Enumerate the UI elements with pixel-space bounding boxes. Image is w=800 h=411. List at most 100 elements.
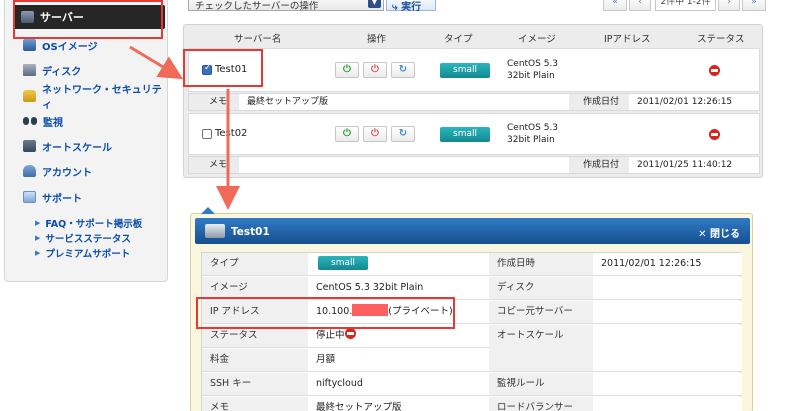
detail-value-load-balancer [593,397,742,411]
sidebar-item-disk[interactable]: ディスク [23,62,81,78]
sidebar-item-label: サーバー [40,11,84,24]
detail-value-monitor-rule [593,373,742,396]
sidebar-item-autoscale[interactable]: オートスケール [23,138,112,154]
pager-last-button[interactable]: » [742,0,766,11]
server-action-select[interactable]: チェックしたサーバーの操作 ▼ [188,0,384,12]
stopped-status-icon [344,328,356,339]
created-label: 作成日付 [583,97,620,107]
detail-label-type: タイプ [202,253,308,276]
sidebar-item-server[interactable]: サーバー [13,5,165,29]
detail-label-load-balancer: ロードバランサー [489,397,593,411]
sidebar-item-support[interactable]: サポート [23,189,82,205]
pager-prev-button[interactable]: ‹ [629,0,651,11]
run-arrow-icon: ⤷ [392,2,398,13]
column-header-name: サーバー名 [234,34,282,45]
support-link-premium[interactable]: ▶ プレミアムサポート [35,246,130,260]
memo-row: メモ 最終セットアップ版 作成日付 2011/02/01 12:26:15 [188,93,760,111]
created-label: 作成日付 [583,160,620,170]
sidebar-item-label: OSイメージ [42,41,98,53]
detail-value-memo: 最終セットアップ版 [308,397,489,411]
detail-label-monitor-rule: 監視ルール [489,373,593,396]
server-name[interactable]: Test02 [215,128,247,139]
memo-row: メモ 作成日付 2011/01/25 11:40:12 [188,156,760,174]
detail-label-price: 料金 [202,349,308,372]
server-name[interactable]: Test01 [215,64,247,75]
pager-info: 2件中 1-2件 [655,0,716,11]
sidebar-item-os-image[interactable]: OSイメージ [23,37,98,53]
memo-label: メモ [209,160,228,170]
support-link-faq[interactable]: ▶ FAQ・サポート掲示板 [35,216,142,230]
sidebar-item-label: 監視 [43,117,63,129]
support-link-service-status[interactable]: ▶ サービスステータス [35,231,131,245]
type-badge: small [440,127,490,142]
chevron-down-icon: ▼ [368,0,381,8]
pager-first-button[interactable]: « [603,0,627,11]
sidebar: サーバー OSイメージ ディスク ネットワーク・セキュリティ 監視 オートスケー… [4,0,168,282]
detail-value-disk [593,277,742,300]
type-badge: small [318,256,368,270]
panel-pointer [201,207,215,214]
created-value: 2011/01/25 11:40:12 [629,157,759,173]
column-header-ip: IPアドレス [604,34,651,45]
detail-label-autoscale: オートスケール [489,325,593,372]
type-badge: small [440,63,490,78]
detail-value-created: 2011/02/01 12:26:15 [593,253,742,276]
sidebar-item-network-security[interactable]: ネットワーク・セキュリティ [23,85,167,111]
arrow-right-icon: ▶ [35,219,41,227]
redacted-mask [352,304,389,316]
server-icon [21,11,34,23]
detail-value-ssh-key: niftycloud [308,373,489,396]
detail-header: Test01 ✕ 閉じる [195,218,750,244]
account-icon [23,165,36,177]
detail-value-autoscale [593,325,742,372]
power-on-icon[interactable]: ⏻ [335,62,359,78]
image-text: CentOS 5.3 32bit Plain [507,123,559,145]
sidebar-item-label: アカウント [42,167,92,179]
detail-title: Test01 [231,226,270,238]
detail-label-created: 作成日時 [489,253,593,276]
server-list-header: サーバー名 操作 タイプ イメージ IPアドレス ステータス [184,25,762,47]
row-checkbox[interactable] [202,63,212,75]
column-header-status: ステータス [697,34,745,45]
stopped-status-icon [709,65,720,76]
table-row-test02[interactable]: Test02 ⏻ ⏻ ↻ small CentOS 5.3 32bit Plain [188,113,760,155]
column-header-operation: 操作 [367,34,387,45]
autoscale-icon [23,140,36,152]
server-detail-panel: Test01 ✕ 閉じる タイプ small イメージ CentOS 5.3 3… [190,207,753,411]
detail-label-disk: ディスク [489,277,593,300]
reboot-icon[interactable]: ↻ [391,62,415,78]
detail-label-copy-source: コピー元サーバー [489,301,593,324]
detail-grid: タイプ small イメージ CentOS 5.3 32bit Plain IP… [201,252,742,411]
disk-icon [23,64,36,76]
memo-value [239,157,569,173]
os-image-icon [23,39,36,51]
close-button[interactable]: ✕ 閉じる [698,225,740,240]
power-off-icon[interactable]: ⏻ [363,126,387,142]
sidebar-item-label: サポート [42,193,82,205]
binoculars-icon [23,115,37,127]
detail-value-image: CentOS 5.3 32bit Plain [308,277,489,300]
sidebar-item-label: オートスケール [42,142,112,154]
table-row-test01[interactable]: Test01 ⏻ ⏻ ↻ small CentOS 5.332bit Plain [188,48,760,92]
image-text: CentOS 5.3 32bit Plain [507,59,559,81]
detail-label-image: イメージ [202,277,308,300]
run-button[interactable]: ⤷ 実行 [386,0,436,13]
detail-value-copy-source [593,301,742,324]
column-header-type: タイプ [444,34,473,45]
power-on-icon[interactable]: ⏻ [335,126,359,142]
sidebar-item-monitoring[interactable]: 監視 [23,113,63,129]
support-icon [23,191,36,203]
reboot-icon[interactable]: ↻ [391,126,415,142]
created-value: 2011/02/01 12:26:15 [629,94,759,110]
stopped-status-icon [709,129,720,140]
memo-value: 最終セットアップ版 [239,94,569,110]
power-off-icon[interactable]: ⏻ [363,62,387,78]
pager-next-button[interactable]: › [718,0,740,11]
column-header-image: イメージ [518,34,556,45]
sidebar-item-account[interactable]: アカウント [23,163,92,179]
detail-value-ip: 10.100. (プライベート) [308,301,489,324]
detail-label-ssh-key: SSH キー [202,373,308,396]
detail-label-status: ステータス [202,325,308,348]
row-checkbox[interactable] [202,129,212,139]
detail-value-status: 停止中 [308,325,489,348]
